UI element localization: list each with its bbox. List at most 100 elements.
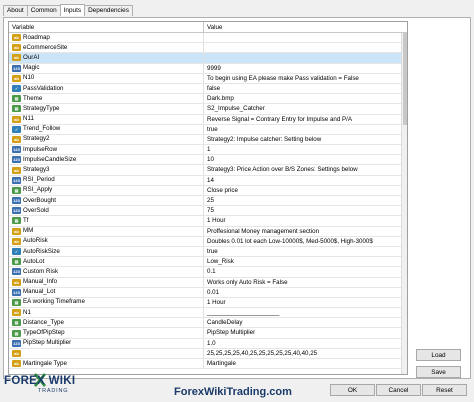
variable-name: Manual_Info: [23, 278, 58, 286]
value-cell[interactable]: Martingale: [203, 359, 397, 369]
vertical-scrollbar[interactable]: [401, 33, 407, 374]
table-row[interactable]: ab Roadmap: [9, 33, 407, 44]
variable-name: Martingale Type: [23, 359, 67, 367]
save-button[interactable]: Save: [416, 366, 461, 378]
table-row[interactable]: 123 PipStep Multiplier 1.0: [9, 338, 407, 349]
table-row[interactable]: ▤ EA working Timeframe 1 Hour: [9, 297, 407, 309]
table-row[interactable]: ✓ Trend_Follow true: [9, 124, 407, 135]
number-type-icon: 123: [12, 268, 21, 276]
table-row[interactable]: ▤ AutoLot Low_Risk: [9, 257, 407, 268]
value-cell[interactable]: [203, 33, 397, 43]
value-cell[interactable]: 1.0: [203, 338, 397, 348]
variable-name: N1: [23, 308, 31, 316]
variable-cell: ab: [9, 349, 203, 358]
table-row[interactable]: ▤ RSI_Apply Close price: [9, 185, 407, 196]
value-cell[interactable]: true: [203, 246, 397, 257]
value-cell[interactable]: [203, 43, 397, 53]
table-row[interactable]: 123 Magic 9999: [9, 63, 407, 74]
value-cell[interactable]: 9999: [203, 63, 397, 73]
table-row[interactable]: ▤ Theme Dark.bmp: [9, 94, 407, 105]
value-cell[interactable]: 1 Hour: [203, 216, 397, 226]
value-cell[interactable]: true: [203, 124, 397, 134]
value-cell[interactable]: 14: [203, 175, 397, 185]
table-row[interactable]: ab Strategy3 Strategy3: Price Action over …: [9, 165, 407, 176]
table-row[interactable]: ab Manual_Info Works only Auto Risk = Fals…: [9, 277, 407, 288]
reset-button[interactable]: Reset: [422, 384, 467, 396]
table-row[interactable]: 123 OverSold 75: [9, 206, 407, 217]
table-row[interactable]: ✓ PassValidation false: [9, 83, 407, 95]
tab-about[interactable]: About: [3, 5, 28, 16]
value-cell[interactable]: S2_Impulse_Catcher: [203, 104, 397, 114]
table-row[interactable]: ab 25,25,25,25,40,25,25,25,25,25,40,40,25: [9, 348, 407, 359]
forexwiki-logo: FOREX WIKI TRADING: [4, 373, 75, 399]
table-row[interactable]: ab N11 Reverse Signal = Contrary Entry for…: [9, 114, 407, 125]
table-row[interactable]: ab Strategy2 Strategy2: Impulse catcher: S…: [9, 134, 407, 146]
table-row[interactable]: ab AutoRisk Doubles 0.01 lot each Low-1000…: [9, 236, 407, 247]
number-type-icon: 123: [12, 197, 21, 205]
enum-type-icon: ▤: [12, 329, 21, 337]
table-row[interactable]: ▤ TypeOfPipStep PipStep Multiplier: [9, 328, 407, 339]
table-row[interactable]: 123 ImpulseCandleSize 10: [9, 155, 407, 166]
table-row[interactable]: 123 OverBought 25: [9, 196, 407, 207]
variable-cell: ▤ Theme: [9, 94, 203, 103]
value-cell[interactable]: 0.01: [203, 287, 397, 297]
variable-name: Roadmap: [23, 33, 50, 41]
value-cell[interactable]: 25: [203, 196, 397, 206]
table-row[interactable]: ab MM Proffesional Money management sectio…: [9, 226, 407, 237]
variable-name: Trend_Follow: [23, 125, 61, 133]
column-header-variable[interactable]: Variable: [9, 22, 203, 32]
value-cell[interactable]: PipStep Multiplier: [203, 328, 397, 338]
value-cell[interactable]: CandleDelay: [203, 318, 397, 328]
string-type-icon: ab: [12, 74, 21, 82]
table-row[interactable]: 123 RSI_Period 14: [9, 175, 407, 186]
variable-name: StrategyType: [23, 104, 60, 112]
ok-button[interactable]: OK: [330, 384, 375, 396]
load-button[interactable]: Load: [416, 349, 461, 361]
variable-cell: ab MM: [9, 227, 203, 236]
table-row[interactable]: 123 Custom Risk 0.1: [9, 267, 407, 278]
table-row[interactable]: ab OurAI: [9, 53, 407, 64]
variable-name: eCommerceSite: [23, 43, 68, 51]
value-cell[interactable]: [203, 53, 397, 63]
value-cell[interactable]: 25,25,25,25,40,25,25,25,25,25,40,40,25: [203, 348, 397, 358]
value-cell[interactable]: 75: [203, 206, 397, 216]
tab-dependencies[interactable]: Dependencies: [84, 5, 133, 16]
value-cell[interactable]: Reverse Signal = Contrary Entry for Impu…: [203, 114, 397, 124]
table-row[interactable]: ab Martingale Type Martingale: [9, 359, 407, 370]
value-cell[interactable]: Strategy2: Impulse catcher: Setting belo…: [203, 134, 397, 145]
table-row[interactable]: 123 Manual_Lot 0.01: [9, 287, 407, 298]
value-cell[interactable]: 10: [203, 155, 397, 165]
value-cell[interactable]: Close price: [203, 185, 397, 195]
string-type-icon: ab: [12, 349, 21, 357]
value-cell[interactable]: Low_Risk: [203, 257, 397, 267]
value-cell[interactable]: _____________________: [203, 308, 397, 318]
table-row[interactable]: 123 ImpulseRow 1: [9, 145, 407, 156]
value-cell[interactable]: 1: [203, 145, 397, 155]
value-cell[interactable]: 0.1: [203, 267, 397, 277]
table-row[interactable]: ab eCommerceSite: [9, 43, 407, 54]
value-cell[interactable]: Proffesional Money management section: [203, 226, 397, 236]
value-cell[interactable]: To begin using EA please make Pass valid…: [203, 73, 397, 83]
value-cell[interactable]: Works only Auto Risk = False: [203, 277, 397, 287]
tab-inputs[interactable]: Inputs: [59, 4, 86, 16]
value-cell[interactable]: false: [203, 83, 397, 94]
cancel-button[interactable]: Cancel: [376, 384, 421, 396]
table-row[interactable]: ▤ Tf 1 Hour: [9, 216, 407, 227]
column-header-value[interactable]: Value: [203, 22, 397, 32]
table-row[interactable]: ab N10 To begin using EA please make Pass …: [9, 73, 407, 84]
number-type-icon: 123: [12, 176, 21, 184]
value-cell[interactable]: Strategy3: Price Action over B/S Zones: …: [203, 165, 397, 175]
variable-cell: ▤ RSI_Apply: [9, 186, 203, 195]
value-cell[interactable]: 1 Hour: [203, 297, 397, 308]
scrollbar-thumb[interactable]: [403, 33, 407, 125]
table-row[interactable]: ab N1 _____________________: [9, 308, 407, 319]
value-cell[interactable]: Doubles 0.01 lot each Low-10000$, Med-50…: [203, 236, 397, 246]
value-cell[interactable]: Dark.bmp: [203, 94, 397, 104]
table-row[interactable]: ▤ StrategyType S2_Impulse_Catcher: [9, 104, 407, 115]
variable-cell: ab Manual_Info: [9, 278, 203, 287]
tab-common[interactable]: Common: [26, 5, 61, 16]
string-type-icon: ab: [12, 54, 21, 62]
table-row[interactable]: ✓ AutoRiskSize true: [9, 246, 407, 258]
table-row[interactable]: ▤ Distance_Type CandleDelay: [9, 318, 407, 329]
variable-cell: ab Strategy2: [9, 135, 203, 144]
